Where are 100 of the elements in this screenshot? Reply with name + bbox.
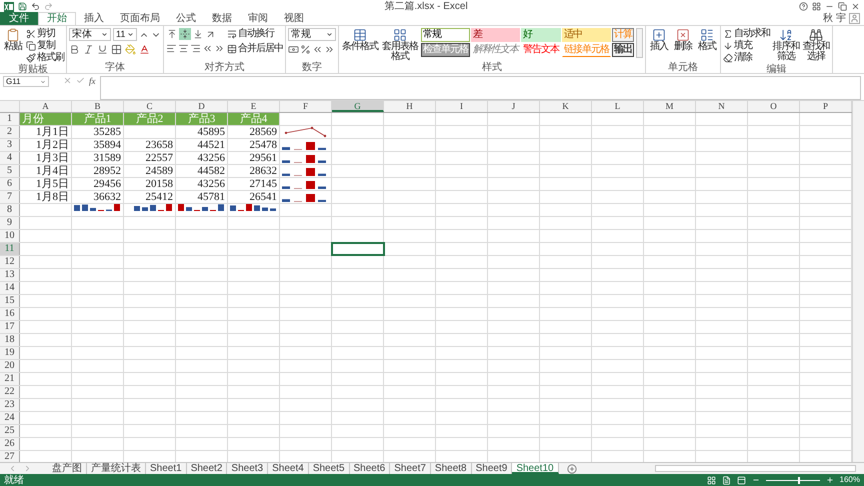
zoom-in-icon[interactable] bbox=[826, 476, 834, 484]
column-header[interactable]: L bbox=[592, 101, 644, 112]
row-header[interactable]: 13 bbox=[0, 269, 20, 281]
row-header[interactable]: 8 bbox=[0, 204, 20, 216]
vertical-align-button[interactable] bbox=[166, 28, 178, 40]
table-cell[interactable]: 1月8日 bbox=[20, 191, 72, 203]
table-cell[interactable]: 28952 bbox=[72, 165, 124, 177]
undo-icon[interactable] bbox=[31, 2, 40, 11]
vertical-align-button[interactable] bbox=[192, 28, 204, 40]
table-cell[interactable]: 44521 bbox=[176, 139, 228, 151]
fill-color-icon[interactable] bbox=[125, 44, 136, 55]
ribbon-tab[interactable]: 页面布局 bbox=[112, 12, 168, 25]
row-header[interactable]: 22 bbox=[0, 386, 20, 398]
table-cell[interactable]: 43256 bbox=[176, 178, 228, 190]
column-header[interactable]: N bbox=[696, 101, 748, 112]
column-header[interactable]: D bbox=[176, 101, 228, 112]
align-right-icon[interactable] bbox=[190, 43, 201, 54]
file-tab[interactable]: 文件 bbox=[0, 12, 38, 25]
row-header[interactable]: 25 bbox=[0, 425, 20, 437]
row-header[interactable]: 1 bbox=[0, 113, 20, 125]
table-cell[interactable]: 28632 bbox=[228, 165, 280, 177]
ribbon-display-icon[interactable] bbox=[812, 2, 821, 11]
column-header[interactable]: J bbox=[488, 101, 540, 112]
wrap-text-button[interactable]: 自动换行 bbox=[227, 28, 283, 40]
conditional-format-button[interactable]: 条件格式 bbox=[341, 28, 379, 52]
table-cell[interactable]: 25412 bbox=[124, 191, 176, 203]
horizontal-scrollbar[interactable] bbox=[654, 465, 856, 472]
sheet-tab[interactable]: Sheet10 bbox=[512, 463, 559, 474]
find-select-button[interactable]: 查找和选择 bbox=[802, 28, 830, 62]
add-sheet-icon[interactable] bbox=[566, 464, 577, 474]
row-header[interactable]: 19 bbox=[0, 347, 20, 359]
vertical-align-button[interactable] bbox=[179, 28, 191, 40]
clear-button[interactable]: 清除 bbox=[723, 52, 770, 64]
page-layout-icon[interactable] bbox=[722, 476, 731, 484]
paste-button[interactable]: 粘贴 bbox=[2, 28, 24, 52]
font-name-field[interactable]: 宋体 bbox=[69, 28, 111, 41]
cell-style[interactable]: 差 bbox=[471, 28, 520, 42]
normal-view-icon[interactable] bbox=[706, 476, 716, 484]
table-cell[interactable]: 20158 bbox=[124, 178, 176, 190]
insert-function-button[interactable]: fx bbox=[89, 76, 96, 86]
close-icon[interactable] bbox=[851, 2, 860, 11]
increase-indent-icon[interactable] bbox=[214, 43, 225, 54]
underline-icon[interactable] bbox=[97, 44, 108, 55]
table-cell[interactable]: 45895 bbox=[176, 126, 228, 138]
avatar-icon[interactable] bbox=[849, 13, 860, 24]
row-header[interactable]: 20 bbox=[0, 360, 20, 372]
table-cell[interactable]: 28569 bbox=[228, 126, 280, 138]
table-cell[interactable]: 26541 bbox=[228, 191, 280, 203]
row-header[interactable]: 14 bbox=[0, 282, 20, 294]
column-header[interactable]: O bbox=[748, 101, 800, 112]
row-header[interactable]: 15 bbox=[0, 295, 20, 307]
currency-icon[interactable] bbox=[288, 44, 299, 55]
name-box[interactable]: G11 bbox=[3, 76, 49, 87]
table-cell[interactable]: 29456 bbox=[72, 178, 124, 190]
table-format-button[interactable]: 套用表格格式 bbox=[381, 28, 419, 62]
table-cell[interactable]: 22557 bbox=[124, 152, 176, 164]
row-header[interactable]: 18 bbox=[0, 334, 20, 346]
page-break-icon[interactable] bbox=[736, 476, 746, 484]
number-format-field[interactable]: 常规 bbox=[288, 28, 336, 41]
ribbon-tab[interactable]: 公式 bbox=[168, 12, 204, 25]
cell-style[interactable]: 好 bbox=[521, 28, 561, 42]
autosum-button[interactable]: 自动求和 bbox=[723, 28, 770, 40]
save-icon[interactable] bbox=[18, 2, 27, 11]
column-header[interactable]: M bbox=[644, 101, 696, 112]
fill-button[interactable]: 填充 bbox=[723, 40, 770, 52]
row-header[interactable]: 5 bbox=[0, 165, 20, 177]
bold-icon[interactable] bbox=[69, 44, 80, 55]
table-cell[interactable]: 36632 bbox=[72, 191, 124, 203]
table-cell[interactable]: 45781 bbox=[176, 191, 228, 203]
cell-style[interactable]: 适中 bbox=[562, 28, 611, 42]
align-center-icon[interactable] bbox=[178, 43, 189, 54]
column-header[interactable]: H bbox=[384, 101, 436, 112]
font-size-field[interactable]: 11 bbox=[113, 28, 137, 41]
table-cell[interactable]: 44582 bbox=[176, 165, 228, 177]
font-color-icon[interactable] bbox=[139, 44, 150, 55]
align-left-icon[interactable] bbox=[166, 43, 177, 54]
row-header[interactable]: 16 bbox=[0, 308, 20, 320]
row-header[interactable]: 23 bbox=[0, 399, 20, 411]
table-cell[interactable]: 1月3日 bbox=[20, 152, 72, 164]
column-header[interactable]: B bbox=[72, 101, 124, 112]
sort-filter-button[interactable]: 排序和筛选 bbox=[772, 28, 800, 62]
decimal-decrease-icon[interactable] bbox=[324, 44, 335, 55]
table-cell[interactable]: 35285 bbox=[72, 126, 124, 138]
row-header[interactable]: 24 bbox=[0, 412, 20, 424]
table-cell[interactable]: 1月2日 bbox=[20, 139, 72, 151]
ribbon-tab[interactable]: 数据 bbox=[204, 12, 240, 25]
decimal-increase-icon[interactable] bbox=[312, 44, 323, 55]
table-cell[interactable]: 24589 bbox=[124, 165, 176, 177]
cell-style[interactable]: 常规 bbox=[421, 28, 470, 42]
copy-button[interactable]: 复制 bbox=[26, 40, 64, 52]
row-header[interactable]: 4 bbox=[0, 152, 20, 164]
row-header[interactable]: 6 bbox=[0, 178, 20, 190]
column-header[interactable]: C bbox=[124, 101, 176, 112]
row-header[interactable]: 9 bbox=[0, 217, 20, 229]
format-button[interactable]: 格式 bbox=[696, 28, 718, 52]
column-header[interactable]: K bbox=[540, 101, 592, 112]
column-header[interactable]: E bbox=[228, 101, 280, 112]
row-header[interactable]: 12 bbox=[0, 256, 20, 268]
formula-field[interactable] bbox=[100, 76, 861, 100]
italic-icon[interactable] bbox=[83, 44, 94, 55]
